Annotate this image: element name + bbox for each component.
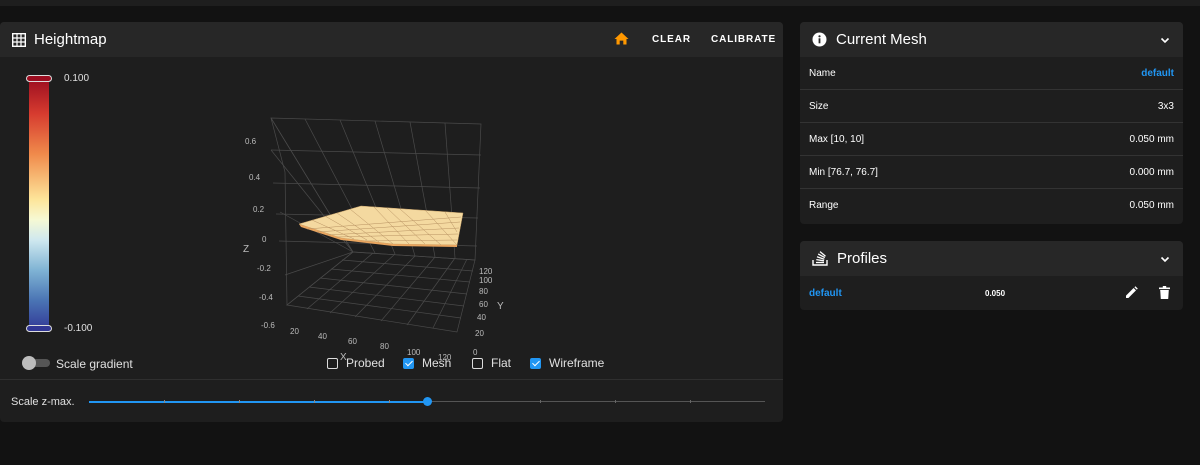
- delete-icon[interactable]: [1159, 286, 1170, 304]
- current-mesh-title: Current Mesh: [836, 31, 927, 48]
- checkbox-box[interactable]: [327, 357, 338, 369]
- scale-gradient-label: Scale gradient: [56, 357, 133, 371]
- heightmap-title: Heightmap: [34, 31, 107, 48]
- checkbox-label: Flat: [491, 356, 512, 370]
- z-tick: 0: [262, 235, 267, 244]
- mesh-row-value: 0.000 mm: [1129, 166, 1174, 178]
- checkbox-label: Probed: [346, 356, 385, 370]
- layers-icon: [812, 251, 828, 266]
- y-tick: 120: [479, 267, 493, 276]
- current-mesh-header[interactable]: Current Mesh: [800, 22, 1183, 57]
- toggle-knob: [22, 356, 36, 370]
- chevron-down-icon[interactable]: [1159, 252, 1171, 270]
- checkbox-box[interactable]: [472, 357, 483, 369]
- edit-icon[interactable]: [1125, 286, 1138, 304]
- z-tick: -0.2: [257, 264, 271, 273]
- slider-thumb[interactable]: [423, 397, 432, 406]
- mesh-row-value: 0.050 mm: [1129, 133, 1174, 145]
- checkbox-label: Wireframe: [549, 356, 605, 370]
- scale-zmax-slider[interactable]: [89, 394, 765, 410]
- scale-gradient-toggle[interactable]: [22, 356, 50, 370]
- divider: [0, 379, 783, 380]
- grid-icon: [12, 32, 26, 47]
- y-axis-label: Y: [497, 301, 504, 312]
- y-tick: 20: [475, 329, 484, 338]
- checkbox-label: Mesh: [422, 356, 452, 370]
- mesh-row-label: Name: [809, 67, 836, 79]
- mesh-checkbox[interactable]: Mesh: [403, 356, 451, 370]
- mesh-row-range: Range 0.050 mm: [800, 189, 1183, 222]
- legend-max-label: 0.100: [64, 73, 90, 84]
- y-tick: 40: [477, 313, 486, 322]
- slider-tick: [690, 400, 691, 403]
- z-tick: -0.6: [261, 321, 275, 330]
- current-mesh-card: Current Mesh Name default Size 3x3 Max […: [800, 22, 1183, 224]
- z-tick: 0.2: [253, 205, 265, 214]
- probed-checkbox[interactable]: Probed: [327, 356, 385, 370]
- mesh-row-value: 0.050 mm: [1129, 200, 1174, 211]
- y-tick: 80: [479, 287, 488, 296]
- scale-zmax-label: Scale z-max.: [11, 396, 75, 408]
- z-tick: 0.6: [245, 137, 257, 146]
- clear-button[interactable]: CLEAR: [652, 22, 691, 57]
- heightmap-card: Heightmap CLEAR CALIBRATE 0.100 -0.100 0…: [0, 22, 783, 422]
- slider-tick: [164, 400, 165, 403]
- mesh-row-value: 3x3: [1157, 100, 1174, 112]
- mesh-row-max: Max [10, 10] 0.050 mm: [800, 123, 1183, 156]
- x-tick: 20: [290, 327, 299, 336]
- profiles-title: Profiles: [837, 250, 888, 267]
- mesh-row-label: Max [10, 10]: [809, 133, 865, 145]
- x-tick: 40: [318, 332, 327, 341]
- profiles-card: Profiles default 0.050: [800, 241, 1183, 310]
- slider-tick: [314, 400, 315, 403]
- calibrate-button[interactable]: CALIBRATE: [711, 22, 776, 57]
- top-app-bar: [0, 0, 1200, 6]
- mesh-name-link[interactable]: default: [1141, 68, 1174, 79]
- slider-tick: [389, 400, 390, 403]
- profile-row: default 0.050: [800, 276, 1183, 310]
- profile-name-link[interactable]: default: [809, 288, 842, 299]
- color-scale-bar: [29, 78, 49, 331]
- wireframe-checkbox[interactable]: Wireframe: [530, 356, 604, 370]
- mesh-row-label: Size: [809, 100, 829, 112]
- checkbox-box[interactable]: [530, 357, 541, 369]
- mesh-row-label: Min [76.7, 76.7]: [809, 166, 878, 178]
- checkbox-box[interactable]: [403, 357, 414, 369]
- chevron-down-icon[interactable]: [1159, 33, 1171, 51]
- profile-value: 0.050: [985, 289, 1006, 298]
- info-icon: [812, 32, 827, 47]
- z-axis-label: Z: [243, 244, 249, 255]
- profiles-header[interactable]: Profiles: [800, 241, 1183, 276]
- z-tick: 0.4: [249, 173, 261, 182]
- slider-tick: [239, 400, 240, 403]
- y-tick: 60: [479, 300, 488, 309]
- y-tick: 100: [479, 276, 493, 285]
- home-icon: [614, 32, 629, 48]
- color-scale-max-handle[interactable]: [26, 75, 52, 82]
- heightmap-3d-plot[interactable]: 0.6 0.4 0.2 0 -0.2 -0.4 -0.6 Z 20 40 60 …: [235, 110, 535, 360]
- x-tick: 60: [348, 337, 357, 346]
- z-tick: -0.4: [259, 293, 273, 302]
- home-button[interactable]: [614, 22, 629, 57]
- flat-checkbox[interactable]: Flat: [472, 356, 511, 370]
- color-scale-min-handle[interactable]: [26, 325, 52, 332]
- legend-min-label: -0.100: [64, 323, 93, 334]
- heightmap-header: Heightmap CLEAR CALIBRATE: [0, 22, 783, 57]
- slider-tick: [540, 400, 541, 403]
- mesh-row-name: Name default: [800, 57, 1183, 90]
- slider-tick: [615, 400, 616, 403]
- mesh-row-label: Range: [809, 200, 839, 211]
- slider-fill: [89, 401, 427, 403]
- mesh-row-min: Min [76.7, 76.7] 0.000 mm: [800, 156, 1183, 189]
- x-tick: 80: [380, 342, 389, 351]
- mesh-row-size: Size 3x3: [800, 90, 1183, 123]
